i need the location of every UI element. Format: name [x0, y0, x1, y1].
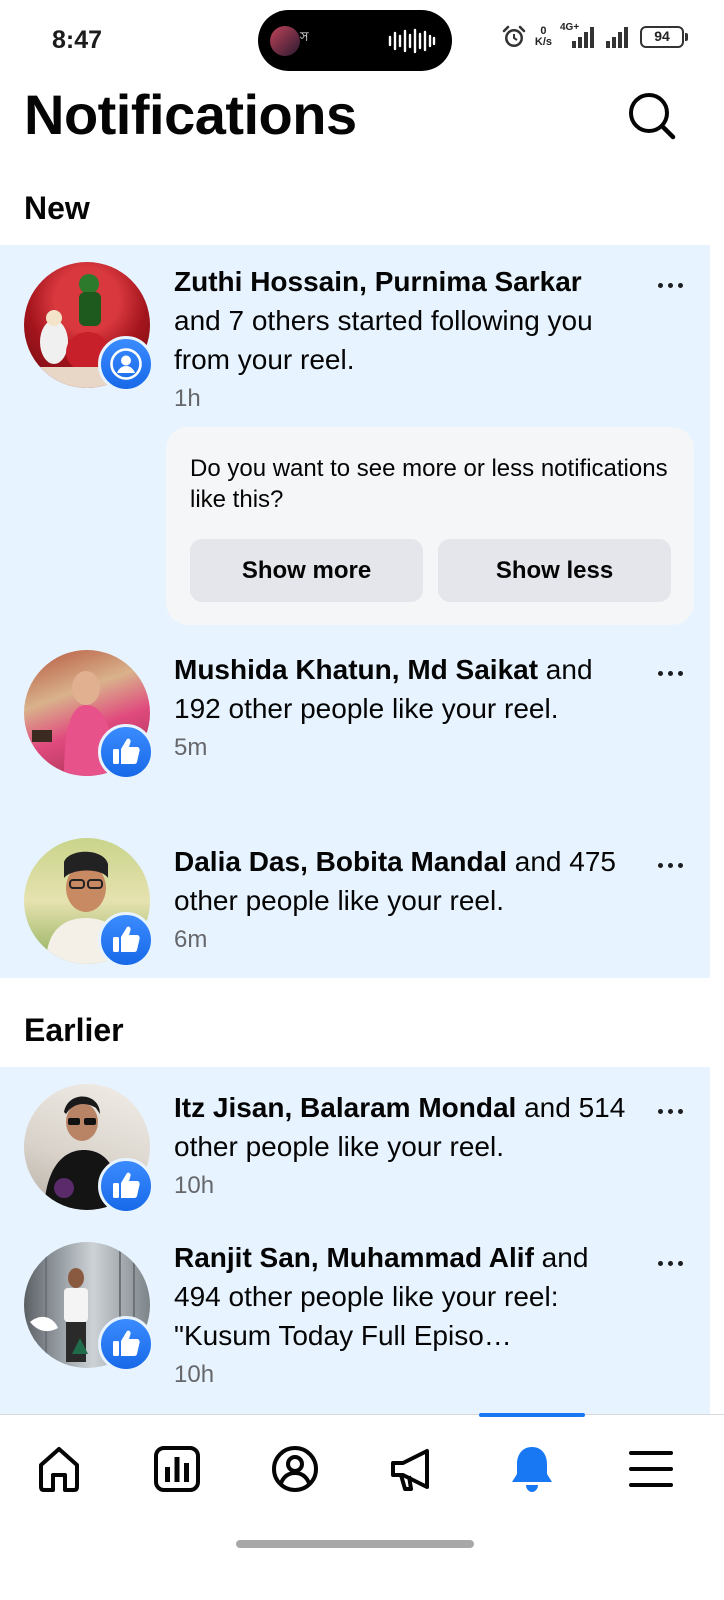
feedback-card: Do you want to see more or less notifica…: [166, 427, 694, 625]
notification-time: 10h: [174, 1172, 215, 1199]
nav-ads[interactable]: [378, 1439, 448, 1499]
notification-text: Zuthi Hossain, Purnima Sarkar and 7 othe…: [174, 262, 632, 419]
like-badge: [98, 912, 154, 968]
actor-name: Mushida Khatun: [174, 654, 392, 685]
actor-name: Muhammad Alif: [326, 1242, 534, 1273]
audio-waveform-icon: [388, 28, 436, 54]
actor-name: Purnima Sarkar: [374, 266, 582, 297]
nav-notifications[interactable]: [497, 1439, 567, 1499]
section-title-new: New: [24, 190, 90, 226]
like-badge: [98, 1316, 154, 1372]
nav-profile[interactable]: [260, 1439, 330, 1499]
feedback-question: Do you want to see more or less notifica…: [190, 455, 668, 513]
section-title-earlier: Earlier: [24, 1012, 124, 1048]
more-options-button[interactable]: [646, 658, 694, 688]
page-title: Notifications: [24, 83, 357, 146]
like-icon: [113, 1330, 140, 1356]
menu-icon: [629, 1451, 673, 1487]
notification-time: 1h: [174, 385, 201, 412]
notification-message: and 7 others started following you from …: [174, 305, 593, 375]
name-separator: ,: [284, 1092, 301, 1123]
actor-name: Md Saikat: [407, 654, 539, 685]
avatar: [24, 650, 154, 780]
megaphone-icon: [391, 1449, 429, 1491]
more-options-button[interactable]: [646, 270, 694, 300]
actor-name: Balaram Mondal: [300, 1092, 517, 1123]
notification-item[interactable]: Dalia Das, Bobita Mandal and 475 other p…: [0, 838, 710, 968]
notification-item[interactable]: Zuthi Hossain, Purnima Sarkar and 7 othe…: [0, 262, 710, 422]
search-icon: [629, 93, 676, 140]
notification-text: Mushida Khatun, Md Saikat and 192 other …: [174, 650, 632, 768]
signal-4g-icon: 4G+: [560, 22, 598, 50]
status-time: 8:47: [52, 26, 103, 54]
actor-name: Itz Jisan: [174, 1092, 285, 1123]
notification-item[interactable]: Itz Jisan, Balaram Mondal and 514 other …: [0, 1084, 710, 1214]
nav-dashboard[interactable]: [142, 1439, 212, 1499]
bottom-navigation: [0, 1413, 724, 1600]
actor-name: Ranjit San: [174, 1242, 311, 1273]
notification-text: Dalia Das, Bobita Mandal and 475 other p…: [174, 842, 632, 960]
status-icons: 0 K/s 4G+ 94: [501, 22, 688, 50]
show-less-button[interactable]: Show less: [438, 539, 671, 602]
notification-time: 6m: [174, 926, 208, 953]
name-separator: ,: [391, 654, 408, 685]
nav-menu[interactable]: [616, 1439, 686, 1499]
notification-time: 10h: [174, 1361, 215, 1388]
avatar: [24, 262, 154, 392]
home-indicator[interactable]: [236, 1540, 474, 1548]
actor-name: Bobita Mandal: [315, 846, 507, 877]
profile-icon: [272, 1446, 318, 1492]
dynamic-island[interactable]: স: [258, 10, 452, 71]
like-icon: [113, 738, 140, 764]
name-separator: ,: [300, 846, 316, 877]
alarm-icon: [502, 25, 526, 47]
notification-text: Itz Jisan, Balaram Mondal and 514 other …: [174, 1088, 632, 1206]
like-badge: [98, 724, 154, 780]
avatar: [24, 838, 154, 968]
island-text: স: [300, 29, 309, 44]
signal-bars-icon: [572, 27, 594, 48]
search-button[interactable]: [624, 88, 680, 144]
bell-icon: [512, 1447, 552, 1492]
battery-indicator: 94: [640, 26, 688, 48]
more-options-button[interactable]: [646, 1248, 694, 1278]
status-bar: 8:47 স 0 K/s 4G+ 94: [0, 0, 724, 80]
network-speed-unit: K/s: [534, 36, 552, 48]
nav-home[interactable]: [24, 1439, 94, 1499]
signal-bars-icon: [606, 27, 628, 48]
like-badge: [98, 1158, 154, 1214]
actor-name: Zuthi Hossain: [174, 266, 360, 297]
avatar: [24, 1242, 154, 1372]
active-tab-indicator: [479, 1413, 585, 1417]
notification-item[interactable]: Ranjit San, Muhammad Alif and 494 other …: [0, 1242, 710, 1402]
notification-time: 5m: [174, 734, 208, 761]
name-separator: ,: [310, 1242, 327, 1273]
avatar: [24, 1084, 154, 1214]
island-media-avatar: [270, 26, 300, 56]
show-more-button[interactable]: Show more: [190, 539, 423, 602]
person-icon: [110, 348, 142, 380]
notification-text: Ranjit San, Muhammad Alif and 494 other …: [174, 1238, 632, 1395]
follow-badge: [98, 336, 154, 392]
more-options-button[interactable]: [646, 1096, 694, 1126]
home-icon: [39, 1447, 79, 1492]
like-icon: [113, 926, 140, 952]
name-separator: ,: [359, 266, 375, 297]
like-icon: [113, 1172, 140, 1198]
notification-item[interactable]: Mushida Khatun, Md Saikat and 192 other …: [0, 650, 710, 810]
dashboard-icon: [154, 1446, 200, 1492]
actor-name: Dalia Das: [174, 846, 301, 877]
more-options-button[interactable]: [646, 850, 694, 880]
network-speed: 0 K/s: [535, 26, 552, 48]
